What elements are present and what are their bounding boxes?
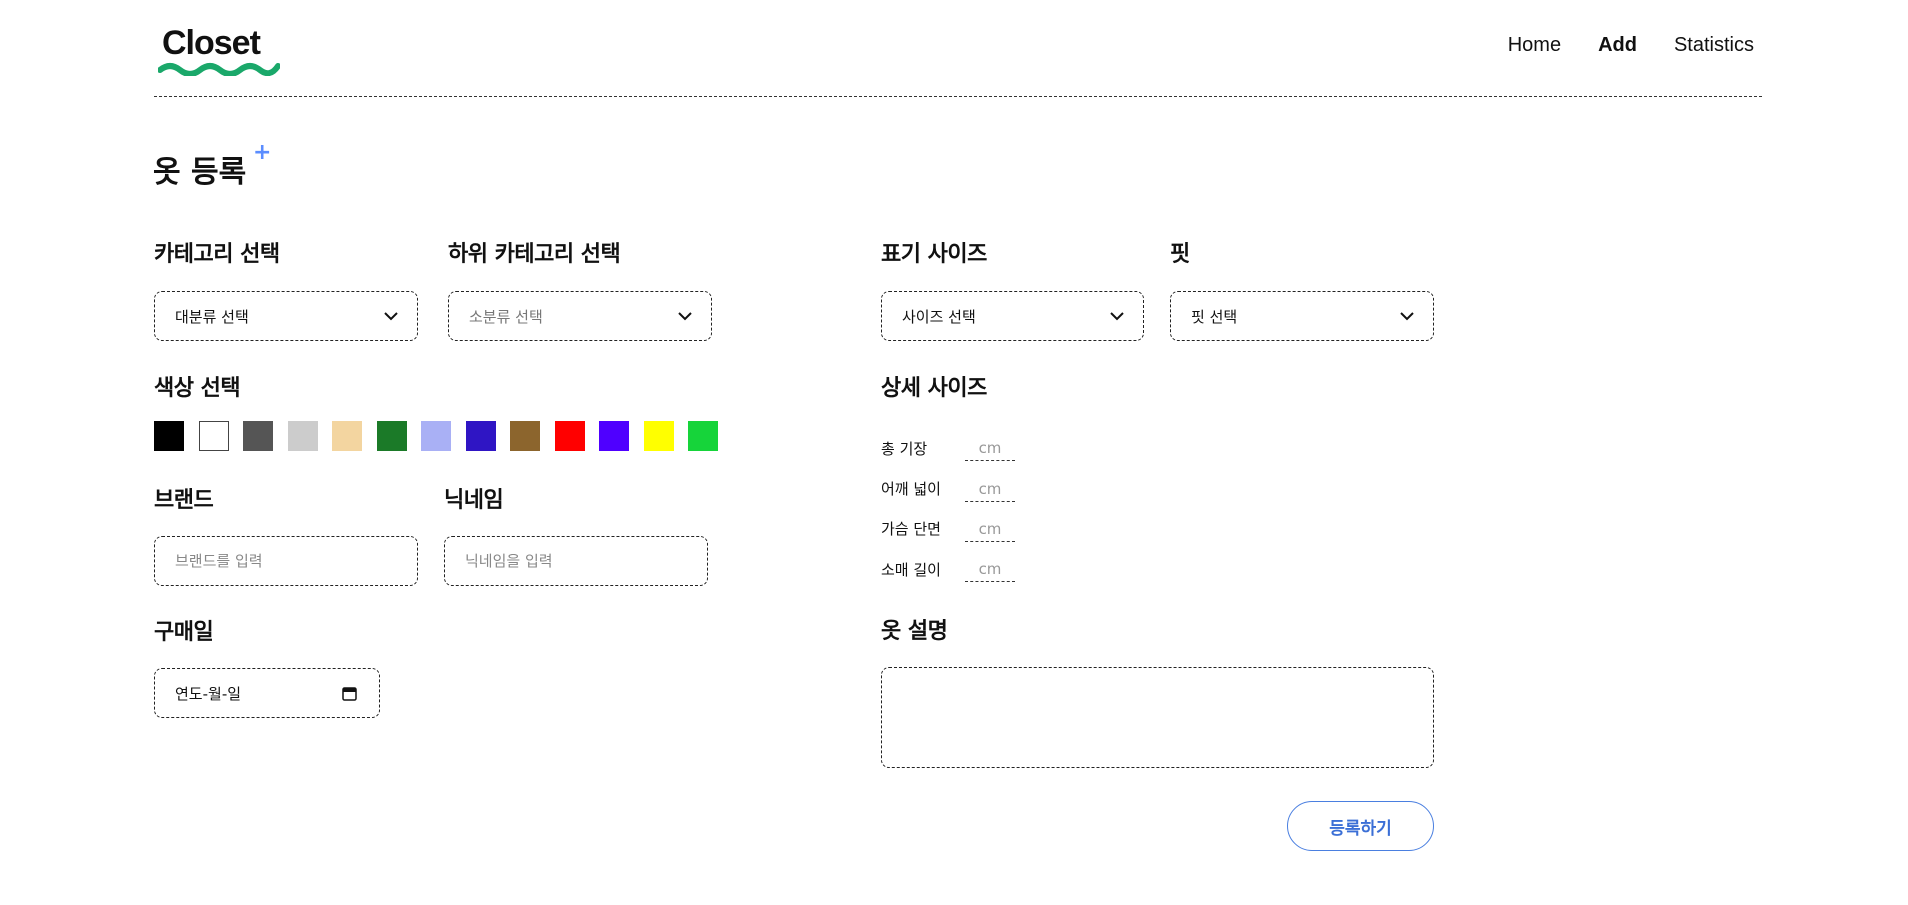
color-swatch[interactable] xyxy=(643,421,674,451)
sleeve-length-input[interactable] xyxy=(965,556,1015,582)
color-swatch[interactable] xyxy=(599,421,629,451)
nickname-label: 닉네임 xyxy=(444,488,504,513)
color-swatch[interactable] xyxy=(554,421,585,451)
calendar-icon[interactable] xyxy=(342,686,357,701)
purchase-date-value: 연도-월-일 xyxy=(175,684,242,703)
logo-text: Closet xyxy=(162,24,261,62)
subcategory-label: 하위 카테고리 선택 xyxy=(448,242,621,267)
subcategory-select[interactable]: 소분류 선택 xyxy=(448,291,712,341)
size-select-value: 사이즈 선택 xyxy=(902,307,976,326)
color-label: 색상 선택 xyxy=(154,376,241,401)
nav-add[interactable]: Add xyxy=(1598,34,1637,57)
category-select[interactable]: 대분류 선택 xyxy=(154,291,418,341)
color-swatch[interactable] xyxy=(198,421,229,451)
detail-size-row-label: 총 기장 xyxy=(881,440,928,458)
size-select[interactable]: 사이즈 선택 xyxy=(881,291,1144,341)
subcategory-select-value: 소분류 선택 xyxy=(469,307,543,326)
nav-home[interactable]: Home xyxy=(1508,34,1561,57)
color-swatch[interactable] xyxy=(154,421,184,451)
chevron-down-icon xyxy=(1400,312,1414,321)
nav-statistics[interactable]: Statistics xyxy=(1674,34,1754,57)
fit-select[interactable]: 핏 선택 xyxy=(1170,291,1434,341)
color-swatch[interactable] xyxy=(510,421,540,451)
logo[interactable]: Closet xyxy=(158,24,288,76)
purchase-date-input[interactable]: 연도-월-일 xyxy=(154,668,380,718)
chevron-down-icon xyxy=(678,312,692,321)
detail-size-row-label: 소매 길이 xyxy=(881,561,941,579)
color-swatch[interactable] xyxy=(332,421,362,451)
detail-size-label: 상세 사이즈 xyxy=(881,376,987,401)
description-textarea[interactable] xyxy=(881,667,1434,768)
color-swatch[interactable] xyxy=(465,421,496,451)
color-swatch[interactable] xyxy=(688,421,718,451)
shoulder-width-input[interactable] xyxy=(965,476,1015,502)
brand-input[interactable] xyxy=(154,536,418,586)
main-nav: Home Add Statistics xyxy=(1508,34,1754,57)
chevron-down-icon xyxy=(1110,312,1124,321)
nickname-input[interactable] xyxy=(444,536,708,586)
fit-label: 핏 xyxy=(1170,242,1190,267)
color-swatch[interactable] xyxy=(243,421,273,451)
header: Closet Home Add Statistics xyxy=(154,0,1762,97)
detail-size-row-label: 가슴 단면 xyxy=(881,520,941,538)
total-length-input[interactable] xyxy=(965,435,1015,461)
size-label: 표기 사이즈 xyxy=(881,242,987,267)
color-swatch[interactable] xyxy=(287,421,318,451)
color-swatch[interactable] xyxy=(421,421,451,451)
category-label: 카테고리 선택 xyxy=(154,242,280,267)
plus-icon: + xyxy=(253,140,272,165)
color-swatch[interactable] xyxy=(376,421,407,451)
description-label: 옷 설명 xyxy=(881,619,948,644)
color-swatches xyxy=(154,421,718,451)
category-select-value: 대분류 선택 xyxy=(175,307,249,326)
brand-label: 브랜드 xyxy=(154,488,214,513)
page-title: 옷 등록 xyxy=(153,155,247,190)
chevron-down-icon xyxy=(384,312,398,321)
fit-select-value: 핏 선택 xyxy=(1191,307,1238,326)
submit-button[interactable]: 등록하기 xyxy=(1287,801,1434,851)
chest-width-input[interactable] xyxy=(965,516,1015,542)
purchase-date-label: 구매일 xyxy=(154,620,214,645)
detail-size-row-label: 어깨 넓이 xyxy=(881,480,941,498)
